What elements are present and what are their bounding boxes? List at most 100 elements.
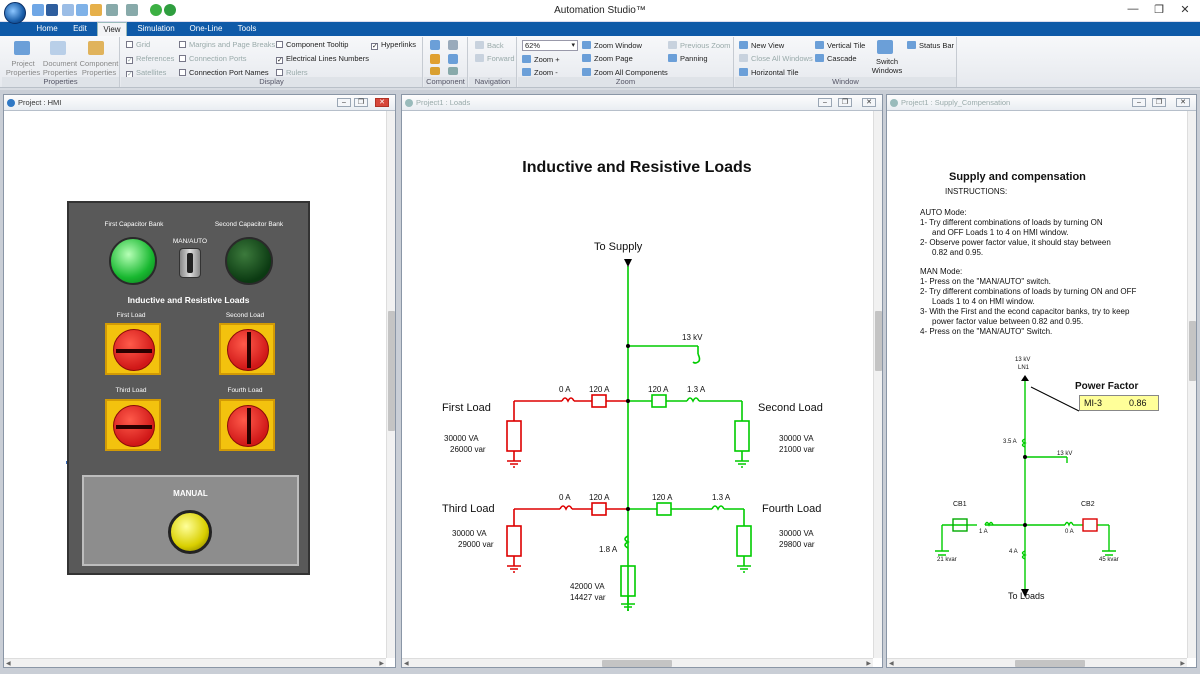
- cb1-label: CB1: [953, 501, 967, 508]
- window-close-button[interactable]: ✕: [862, 98, 876, 107]
- vertical-scrollbar[interactable]: [873, 111, 882, 658]
- previous-zoom-button[interactable]: Previous Zoom: [668, 41, 730, 50]
- zoom-out-button[interactable]: Zoom -: [522, 68, 558, 77]
- window-close-button[interactable]: ✕: [375, 98, 389, 107]
- rotate-icon[interactable]: [430, 54, 440, 64]
- second-load-var: 21000 var: [779, 445, 815, 454]
- group-icon[interactable]: [430, 67, 440, 75]
- electrical-lines-numbers-checkbox[interactable]: ✓ Electrical Lines Numbers: [276, 54, 369, 64]
- back-button[interactable]: Back: [475, 41, 504, 50]
- document-properties-button[interactable]: Document Properties: [42, 59, 78, 77]
- second-load-switch[interactable]: [219, 323, 275, 375]
- connection-port-names-checkbox[interactable]: Connection Port Names: [179, 68, 269, 77]
- grid-checkbox[interactable]: Grid: [126, 40, 150, 49]
- scroll-right-icon[interactable]: ▶: [1180, 660, 1185, 667]
- rulers-checkbox[interactable]: Rulers: [276, 68, 308, 77]
- first-load-switch[interactable]: [105, 323, 161, 375]
- horizontal-scrollbar[interactable]: ◀ ▶: [402, 658, 873, 667]
- maximize-button[interactable]: ❐: [1148, 3, 1170, 19]
- status-bar-label: Status Bar: [919, 41, 955, 50]
- zoom-out-label: Zoom -: [534, 68, 558, 77]
- vertical-tile-icon: [815, 41, 824, 49]
- references-checkbox[interactable]: ✓ References: [126, 54, 174, 64]
- horizontal-tile-button[interactable]: Horizontal Tile: [739, 68, 799, 77]
- loads-window-header[interactable]: Project1 : Loads – ❐ ✕: [402, 95, 882, 111]
- scroll-right-icon[interactable]: ▶: [379, 660, 384, 667]
- zoom-all-label: Zoom All Components: [594, 68, 668, 77]
- close-button[interactable]: ✕: [1174, 3, 1196, 19]
- ungroup-icon[interactable]: [448, 67, 458, 75]
- scroll-left-icon[interactable]: ◀: [6, 660, 11, 667]
- new-view-button[interactable]: New View: [739, 41, 784, 50]
- horizontal-tile-label: Horizontal Tile: [751, 68, 799, 77]
- supply-window[interactable]: Project1 : Supply_Compensation – ❐ ✕ ◀ ▶ …: [886, 94, 1197, 668]
- app-logo-icon[interactable]: [4, 2, 26, 24]
- tab-edit[interactable]: Edit: [66, 22, 94, 36]
- third-load-switch[interactable]: [105, 399, 161, 451]
- fourth-load-switch[interactable]: [219, 399, 275, 451]
- switch-windows-button[interactable]: Switch Windows: [869, 57, 905, 75]
- close-all-icon: [739, 54, 748, 62]
- scroll-left-icon[interactable]: ◀: [889, 660, 894, 667]
- loads-window[interactable]: Project1 : Loads – ❐ ✕ ◀ ▶ Inductive and…: [401, 94, 883, 668]
- connection-ports-checkbox[interactable]: Connection Ports: [179, 54, 247, 63]
- kv-top-label: 13 kV: [1015, 357, 1031, 363]
- zoom-select[interactable]: 62%: [522, 40, 578, 51]
- align-icon[interactable]: [430, 40, 440, 50]
- tab-simulation[interactable]: Simulation: [132, 22, 180, 36]
- scroll-thumb[interactable]: [388, 311, 395, 431]
- close-all-button[interactable]: Close All Windows: [739, 54, 813, 63]
- window-icon: [890, 99, 898, 107]
- panning-button[interactable]: Panning: [668, 54, 708, 63]
- status-bar-button[interactable]: Status Bar: [907, 41, 954, 50]
- vertical-tile-button[interactable]: Vertical Tile: [815, 41, 865, 50]
- window-minimize-button[interactable]: –: [818, 98, 832, 107]
- tab-tools[interactable]: Tools: [232, 22, 262, 36]
- component-tooltip-checkbox[interactable]: Component Tooltip: [276, 40, 348, 49]
- margins-checkbox[interactable]: Margins and Page Breaks: [179, 40, 275, 49]
- window-restore-button[interactable]: ❐: [838, 98, 852, 107]
- window-close-button[interactable]: ✕: [1176, 98, 1190, 107]
- scroll-right-icon[interactable]: ▶: [866, 660, 871, 667]
- minimize-button[interactable]: —: [1122, 3, 1144, 19]
- forward-button[interactable]: Forward: [475, 54, 515, 63]
- hyperlinks-checkbox[interactable]: ✓ Hyperlinks: [371, 40, 416, 50]
- zoom-page-button[interactable]: Zoom Page: [582, 54, 633, 63]
- cascade-button[interactable]: Cascade: [815, 54, 857, 63]
- window-minimize-button[interactable]: –: [1132, 98, 1146, 107]
- horizontal-scrollbar[interactable]: ◀ ▶: [4, 658, 386, 667]
- tab-view[interactable]: View: [97, 22, 127, 37]
- scroll-thumb[interactable]: [1189, 321, 1196, 381]
- zoom-all-button[interactable]: Zoom All Components: [582, 68, 668, 77]
- supply-window-header[interactable]: Project1 : Supply_Compensation – ❐ ✕: [887, 95, 1196, 111]
- scroll-thumb[interactable]: [602, 660, 672, 667]
- fourth-load-var: 29800 var: [779, 540, 815, 549]
- zoom-page-label: Zoom Page: [594, 54, 633, 63]
- scroll-thumb[interactable]: [1015, 660, 1085, 667]
- hmi-window-header[interactable]: Project : HMI – ❐ ✕: [4, 95, 395, 111]
- a-top-label: 3.5 A: [1003, 439, 1017, 445]
- window-minimize-button[interactable]: –: [337, 98, 351, 107]
- zoom-in-icon: [522, 55, 531, 63]
- horizontal-scrollbar[interactable]: ◀ ▶: [887, 658, 1187, 667]
- vertical-scrollbar[interactable]: [386, 111, 395, 658]
- cascade-label: Cascade: [827, 54, 857, 63]
- scroll-left-icon[interactable]: ◀: [404, 660, 409, 667]
- manual-box: MANUAL: [82, 475, 299, 566]
- ribbon-tabs: Home Edit View Simulation One-Line Tools: [0, 22, 1200, 37]
- window-restore-button[interactable]: ❐: [1152, 98, 1166, 107]
- tab-home[interactable]: Home: [32, 22, 62, 36]
- zoom-in-button[interactable]: Zoom +: [522, 55, 560, 64]
- scroll-thumb[interactable]: [875, 311, 882, 371]
- tab-one-line[interactable]: One-Line: [186, 22, 226, 36]
- vertical-scrollbar[interactable]: [1187, 111, 1196, 658]
- component-properties-button[interactable]: Component Properties: [79, 59, 119, 77]
- hmi-window[interactable]: Project : HMI – ❐ ✕ ◀ ▶ First Capacitor B…: [3, 94, 396, 668]
- third-load-a1: 0 A: [559, 493, 571, 502]
- zoom-window-button[interactable]: Zoom Window: [582, 41, 642, 50]
- flip-icon[interactable]: [448, 54, 458, 64]
- distribute-icon[interactable]: [448, 40, 458, 50]
- project-properties-button[interactable]: Project Properties: [4, 59, 42, 77]
- rotary-knob-icon: [113, 329, 155, 371]
- window-restore-button[interactable]: ❐: [354, 98, 368, 107]
